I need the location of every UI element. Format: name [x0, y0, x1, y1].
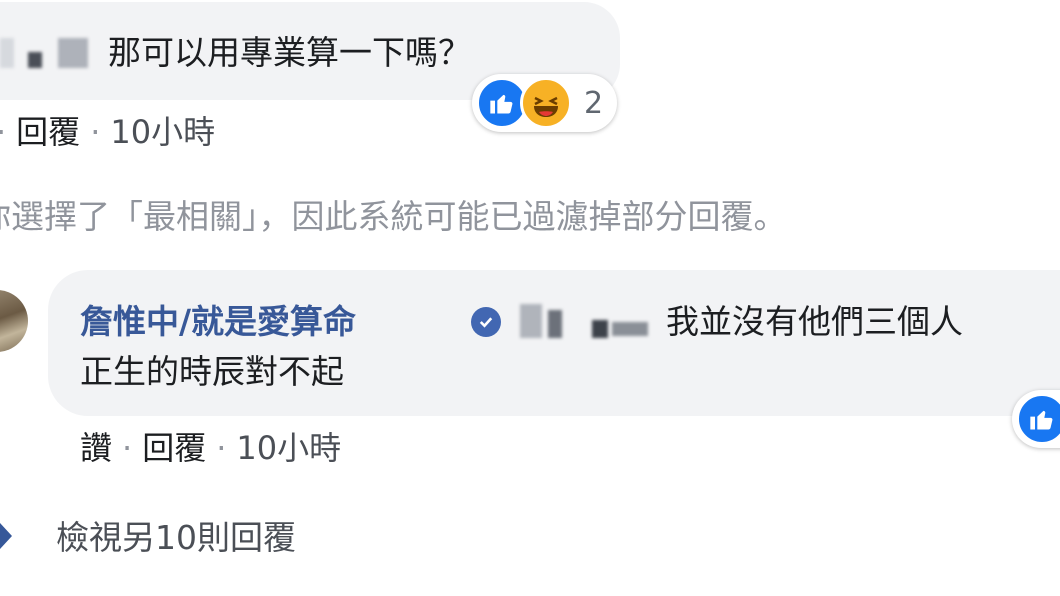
comment-text: 我並沒有他們三個人 — [666, 302, 963, 341]
actions-separator: · — [90, 113, 101, 151]
haha-icon — [520, 77, 572, 129]
timestamp[interactable]: 10小時 — [236, 429, 341, 467]
actions-separator: · — [0, 113, 16, 151]
reply-link[interactable]: 回覆 — [142, 429, 206, 467]
timestamp[interactable]: 10小時 — [110, 113, 215, 151]
reactions-summary[interactable] — [1012, 390, 1060, 448]
like-link[interactable]: 讚 — [80, 429, 112, 467]
like-icon — [1016, 393, 1060, 445]
filter-notice: 你選擇了「最相關」，因此系統可能已過濾掉部分回覆。 — [0, 197, 787, 236]
verified-badge-icon — [471, 307, 501, 337]
reply-link[interactable]: 回覆 — [16, 113, 80, 151]
reactions-summary[interactable]: 2 — [472, 74, 618, 132]
avatar[interactable] — [0, 290, 28, 352]
author-name[interactable]: 詹惟中/就是愛算命 — [80, 302, 356, 342]
actions-separator: · — [122, 429, 133, 467]
reaction-count: 2 — [584, 85, 604, 121]
reply-arrow-icon — [0, 523, 12, 549]
comment-text: 正生的時辰對不起 — [80, 352, 344, 391]
comment-actions: ·回覆·10小時 — [0, 112, 215, 152]
view-more-replies-link[interactable]: 檢視另10則回覆 — [56, 518, 296, 558]
actions-separator: · — [216, 429, 227, 467]
comment-text: 那可以用專業算一下嗎？ — [108, 33, 471, 72]
comment-bubble — [48, 270, 1060, 416]
comment-actions: 讚 · 回覆 · 10小時 — [80, 428, 341, 468]
